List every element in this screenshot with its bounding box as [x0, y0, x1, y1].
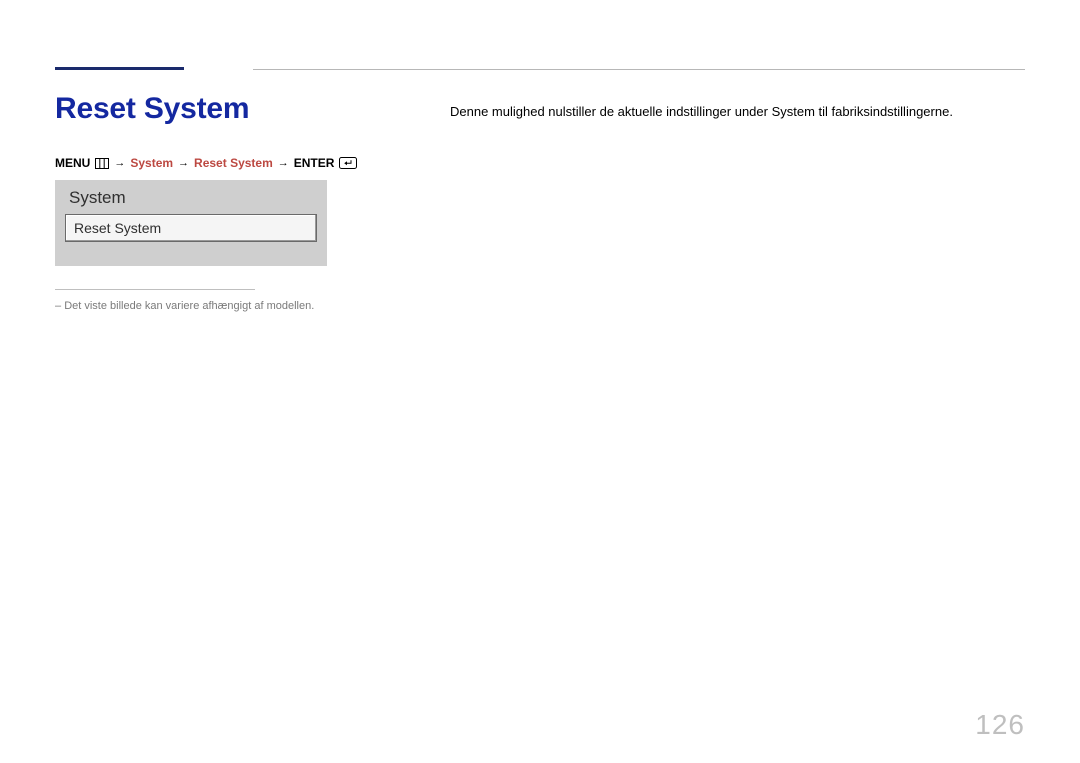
- breadcrumb-enter-label: ENTER: [294, 156, 335, 170]
- top-rule: [253, 69, 1025, 70]
- footnote: Det viste billede kan variere afhængigt …: [55, 300, 314, 312]
- breadcrumb-arrow-icon: →: [114, 156, 125, 170]
- menu-panel-title: System: [69, 188, 317, 208]
- accent-rule: [55, 67, 184, 70]
- breadcrumb: MENU → System → Reset System → ENTER: [55, 156, 357, 170]
- page-number: 126: [975, 709, 1025, 741]
- breadcrumb-menu-label: MENU: [55, 156, 90, 170]
- body-text: Denne mulighed nulstiller de aktuelle in…: [450, 104, 953, 119]
- menu-panel: System Reset System: [55, 180, 327, 266]
- enter-icon: [339, 157, 357, 169]
- footnote-rule: [55, 289, 255, 290]
- menu-icon: [95, 158, 109, 169]
- breadcrumb-arrow-icon: →: [178, 156, 189, 170]
- breadcrumb-system: System: [130, 156, 173, 170]
- breadcrumb-reset-system: Reset System: [194, 156, 273, 170]
- manual-page: Reset System MENU → System → Reset Syste…: [0, 0, 1080, 763]
- breadcrumb-arrow-icon: →: [278, 156, 289, 170]
- menu-item-reset-system[interactable]: Reset System: [65, 214, 317, 242]
- page-title: Reset System: [55, 92, 249, 126]
